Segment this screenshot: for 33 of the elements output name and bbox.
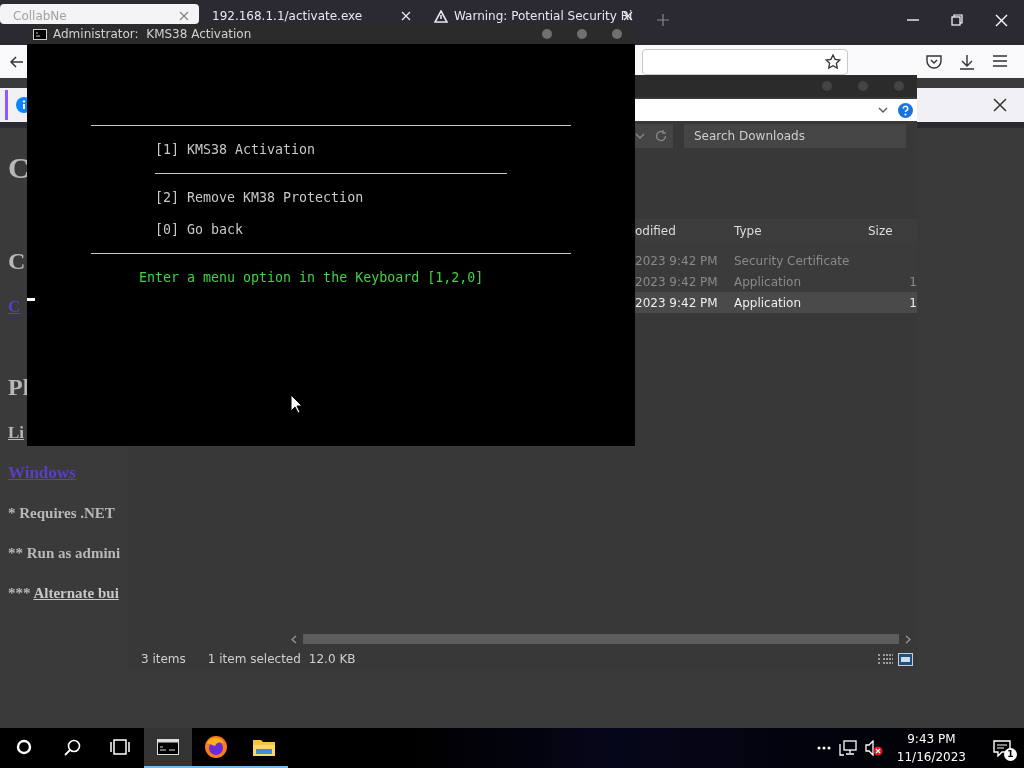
clock-time: 9:43 PM — [907, 731, 956, 748]
table-cell-text: 2023 9:42 PM — [635, 253, 719, 268]
status-text: 12.0 KB — [308, 652, 356, 666]
menu-option: [0] Go back — [155, 218, 244, 242]
search-field[interactable]: Search Downloads — [684, 124, 906, 148]
table-cell-text: 1 — [908, 295, 917, 310]
note-text: * Requires .NET — [8, 504, 115, 523]
menu-option: [1] KMS38 Activation — [155, 138, 316, 162]
status-text: 3 items — [141, 652, 186, 666]
table-cell-text: Application — [734, 295, 803, 310]
window-title: Administrator: KMS38 Activation — [53, 27, 252, 41]
note-text: *** — [8, 585, 31, 601]
table-cell-text: 2023 9:42 PM — [635, 274, 719, 289]
column-header[interactable]: Size — [868, 223, 917, 238]
note-text: ** Run as admini — [8, 544, 121, 563]
page-heading: C — [8, 150, 30, 186]
status-text: 1 item selected — [207, 652, 301, 666]
table-cell-text: Security Certificate — [734, 253, 851, 268]
column-header[interactable]: odified — [635, 223, 734, 238]
notification-badge: 1 — [1004, 748, 1017, 761]
prompt-text: Enter a menu option in the Keyboard [1,2,0] — [139, 269, 484, 287]
column-header[interactable]: Type — [734, 223, 868, 238]
notification-button[interactable]: 1 — [980, 728, 1024, 768]
file-row[interactable]: 2023 9:42 PM Application 1 — [635, 292, 917, 313]
subheading: Li — [8, 422, 25, 444]
clock-date: 11/16/2023 — [896, 749, 966, 766]
page-link[interactable]: Alternate bui — [33, 585, 119, 601]
table-cell-text: 2023 9:42 PM — [635, 295, 719, 310]
table-cell-text: Application — [734, 274, 803, 289]
menu-option: [2] Remove KM38 Protection — [155, 186, 364, 210]
browser-tab[interactable]: 192.168.1.1/activate.exe — [199, 4, 421, 24]
section-heading: C — [8, 247, 26, 276]
table-cell-text: 1 — [908, 274, 917, 289]
